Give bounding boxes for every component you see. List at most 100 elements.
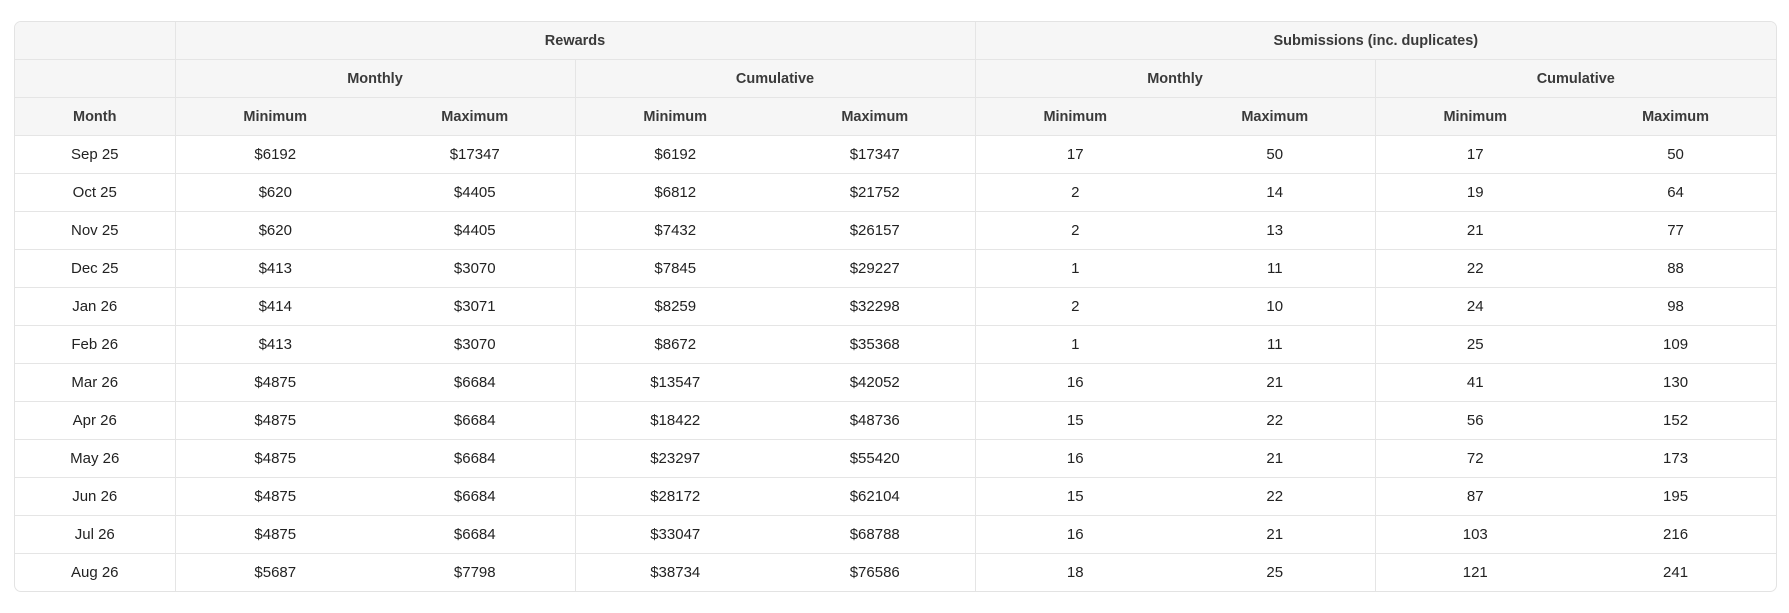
rewards-cumulative-min-cell: $13547 <box>574 363 775 402</box>
submissions-cumulative-max-cell: 64 <box>1575 173 1776 212</box>
rewards-monthly-min-cell: $620 <box>174 173 375 212</box>
rewards-monthly-max-cell: $4405 <box>375 173 575 212</box>
submissions-monthly-min-cell: 2 <box>974 211 1176 250</box>
rewards-cumulative-min-cell: $6192 <box>574 135 775 174</box>
month-cell: Aug 26 <box>15 553 175 591</box>
rewards-submissions-table: Rewards Submissions (inc. duplicates) Mo… <box>15 22 1776 591</box>
month-cell: Jul 26 <box>15 515 175 554</box>
submissions-cumulative-min-cell: 87 <box>1374 477 1576 516</box>
submissions-cumulative-min-cell: 103 <box>1374 515 1576 554</box>
submissions-cumulative-max-cell: 98 <box>1575 287 1776 326</box>
submissions-cumulative-min-cell: 56 <box>1374 401 1576 440</box>
submissions-cumulative-max-cell: 195 <box>1575 477 1776 516</box>
table-row: Jun 26 $4875 $6684 $28172 $62104 15 22 87 195 <box>15 477 1776 516</box>
submissions-cumulative-minimum-header: Minimum <box>1374 97 1576 136</box>
submissions-group-header: Submissions (inc. duplicates) <box>974 22 1776 60</box>
month-cell: Jun 26 <box>15 477 175 516</box>
rewards-cumulative-min-cell: $18422 <box>574 401 775 440</box>
rewards-cumulative-max-cell: $68788 <box>775 515 976 554</box>
rewards-cumulative-min-cell: $38734 <box>574 553 775 591</box>
submissions-cumulative-min-cell: 17 <box>1374 135 1576 174</box>
month-cell: Nov 25 <box>15 211 175 250</box>
submissions-monthly-min-cell: 2 <box>974 173 1176 212</box>
submissions-cumulative-max-cell: 216 <box>1575 515 1776 554</box>
submissions-monthly-max-cell: 21 <box>1175 439 1376 478</box>
rewards-monthly-min-cell: $5687 <box>174 553 375 591</box>
submissions-monthly-min-cell: 1 <box>974 325 1176 364</box>
submissions-cumulative-min-cell: 24 <box>1374 287 1576 326</box>
rewards-cumulative-min-cell: $33047 <box>574 515 775 554</box>
rewards-group-header: Rewards <box>174 22 976 60</box>
table-body: Sep 25 $6192 $17347 $6192 $17347 17 50 17 50 Oct … <box>15 135 1776 591</box>
month-cell: Mar 26 <box>15 363 175 402</box>
submissions-cumulative-min-cell: 72 <box>1374 439 1576 478</box>
month-cell: May 26 <box>15 439 175 478</box>
submissions-cumulative-min-cell: 25 <box>1374 325 1576 364</box>
submissions-cumulative-maximum-header: Maximum <box>1575 97 1776 136</box>
rewards-cumulative-maximum-header: Maximum <box>775 97 976 136</box>
submissions-monthly-min-cell: 1 <box>974 249 1176 288</box>
submissions-cumulative-max-cell: 152 <box>1575 401 1776 440</box>
table-row: Mar 26 $4875 $6684 $13547 $42052 16 21 41 130 <box>15 363 1776 402</box>
sub-header-row: Monthly Cumulative Monthly Cumulative <box>15 59 1776 98</box>
submissions-monthly-min-cell: 18 <box>974 553 1176 591</box>
rewards-cumulative-min-cell: $23297 <box>574 439 775 478</box>
rewards-monthly-max-cell: $3070 <box>375 325 575 364</box>
rewards-cumulative-min-cell: $28172 <box>574 477 775 516</box>
rewards-cumulative-max-cell: $42052 <box>775 363 976 402</box>
rewards-monthly-minimum-header: Minimum <box>174 97 375 136</box>
rewards-monthly-max-cell: $6684 <box>375 401 575 440</box>
submissions-monthly-max-cell: 11 <box>1175 325 1376 364</box>
submissions-monthly-max-cell: 22 <box>1175 401 1376 440</box>
submissions-monthly-max-cell: 22 <box>1175 477 1376 516</box>
submissions-monthly-max-cell: 21 <box>1175 363 1376 402</box>
rewards-cumulative-max-cell: $29227 <box>775 249 976 288</box>
rewards-monthly-max-cell: $6684 <box>375 363 575 402</box>
month-cell: Feb 26 <box>15 325 175 364</box>
rewards-monthly-min-cell: $6192 <box>174 135 375 174</box>
submissions-cumulative-max-cell: 109 <box>1575 325 1776 364</box>
submissions-monthly-max-cell: 14 <box>1175 173 1376 212</box>
submissions-cumulative-header: Cumulative <box>1374 59 1776 98</box>
rewards-monthly-max-cell: $6684 <box>375 515 575 554</box>
submissions-monthly-max-cell: 50 <box>1175 135 1376 174</box>
submissions-cumulative-min-cell: 19 <box>1374 173 1576 212</box>
rewards-cumulative-max-cell: $21752 <box>775 173 976 212</box>
submissions-cumulative-min-cell: 22 <box>1374 249 1576 288</box>
rewards-cumulative-min-cell: $6812 <box>574 173 775 212</box>
rewards-monthly-min-cell: $4875 <box>174 439 375 478</box>
month-cell: Dec 25 <box>15 249 175 288</box>
rewards-monthly-max-cell: $3071 <box>375 287 575 326</box>
rewards-monthly-max-cell: $7798 <box>375 553 575 591</box>
rewards-cumulative-max-cell: $35368 <box>775 325 976 364</box>
submissions-monthly-max-cell: 10 <box>1175 287 1376 326</box>
table-row: Apr 26 $4875 $6684 $18422 $48736 15 22 56 152 <box>15 401 1776 440</box>
submissions-monthly-max-cell: 11 <box>1175 249 1376 288</box>
submissions-monthly-max-cell: 13 <box>1175 211 1376 250</box>
rewards-monthly-maximum-header: Maximum <box>375 97 575 136</box>
rewards-monthly-min-cell: $4875 <box>174 363 375 402</box>
submissions-cumulative-max-cell: 50 <box>1575 135 1776 174</box>
group-header-row: Rewards Submissions (inc. duplicates) <box>15 22 1776 60</box>
submissions-cumulative-min-cell: 41 <box>1374 363 1576 402</box>
rewards-monthly-max-cell: $3070 <box>375 249 575 288</box>
empty-header-cell <box>15 22 175 60</box>
submissions-cumulative-min-cell: 21 <box>1374 211 1576 250</box>
submissions-monthly-min-cell: 2 <box>974 287 1176 326</box>
table-row: Dec 25 $413 $3070 $7845 $29227 1 11 22 88 <box>15 249 1776 288</box>
submissions-cumulative-max-cell: 77 <box>1575 211 1776 250</box>
rewards-monthly-max-cell: $17347 <box>375 135 575 174</box>
rewards-monthly-min-cell: $620 <box>174 211 375 250</box>
table-row: Aug 26 $5687 $7798 $38734 $76586 18 25 121 241 <box>15 553 1776 591</box>
rewards-cumulative-min-cell: $8672 <box>574 325 775 364</box>
rewards-monthly-max-cell: $4405 <box>375 211 575 250</box>
rewards-submissions-table-container: Rewards Submissions (inc. duplicates) Mo… <box>14 21 1777 592</box>
rewards-monthly-max-cell: $6684 <box>375 439 575 478</box>
submissions-monthly-minimum-header: Minimum <box>974 97 1176 136</box>
submissions-cumulative-max-cell: 241 <box>1575 553 1776 591</box>
rewards-cumulative-max-cell: $26157 <box>775 211 976 250</box>
rewards-cumulative-header: Cumulative <box>574 59 976 98</box>
month-column-header: Month <box>15 97 175 136</box>
table-row: Jul 26 $4875 $6684 $33047 $68788 16 21 103 216 <box>15 515 1776 554</box>
rewards-cumulative-max-cell: $17347 <box>775 135 976 174</box>
